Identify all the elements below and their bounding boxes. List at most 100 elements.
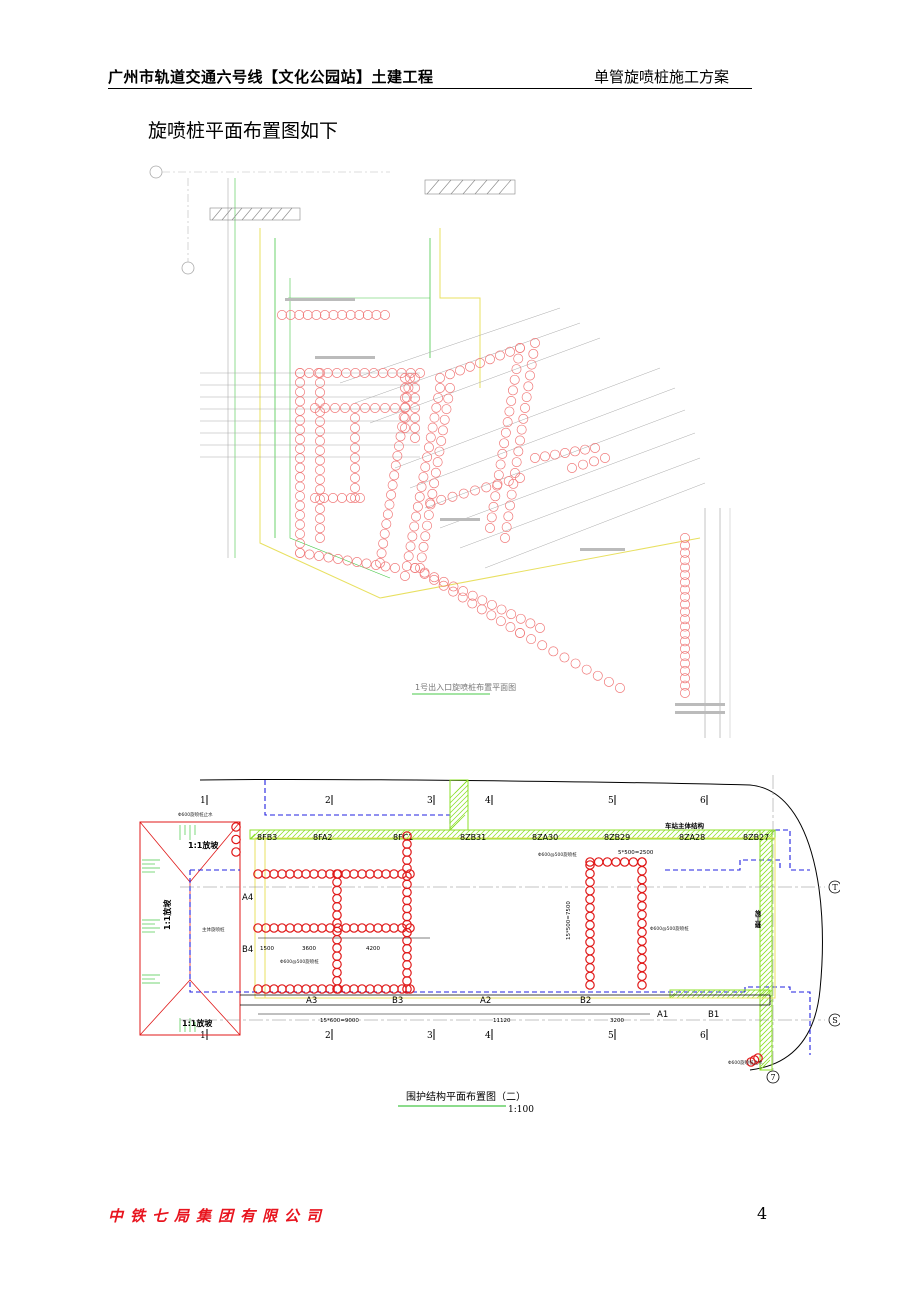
pile-circle bbox=[603, 676, 614, 687]
pile-circle bbox=[285, 923, 295, 933]
pile-circle bbox=[525, 618, 536, 629]
pile-circle bbox=[402, 960, 412, 970]
pile-circle bbox=[423, 510, 434, 521]
pile-circle bbox=[389, 984, 399, 994]
pile-circle bbox=[261, 923, 271, 933]
pile-circle bbox=[295, 519, 305, 530]
pile-circle bbox=[423, 442, 434, 453]
pile-circle bbox=[402, 903, 412, 914]
pile-circle bbox=[389, 923, 399, 933]
wall-hatch-bottom bbox=[669, 989, 771, 999]
pile-circle bbox=[231, 847, 241, 857]
wall-label: 8ZB27 bbox=[743, 833, 769, 842]
footer-company-name: 中铁七局集团有限公司 bbox=[108, 1207, 329, 1225]
pile-circle bbox=[455, 365, 465, 376]
pile-circle bbox=[637, 980, 647, 990]
pile-circle bbox=[680, 665, 690, 676]
pile-circle bbox=[495, 350, 505, 361]
pile-circle bbox=[448, 586, 459, 597]
pile-circle bbox=[680, 614, 690, 625]
grid-label-bottom: 6 bbox=[700, 1031, 706, 1041]
pile-circle bbox=[332, 918, 342, 929]
pile-circle bbox=[354, 310, 365, 320]
pile-circle bbox=[315, 503, 325, 514]
pile-circle bbox=[680, 569, 690, 580]
pile-circle bbox=[537, 640, 548, 651]
pile-circle bbox=[585, 920, 595, 930]
wall-label: 8FA2 bbox=[313, 833, 333, 842]
pile-circle bbox=[390, 563, 400, 573]
pile-circle bbox=[409, 521, 420, 532]
pile-circle bbox=[315, 387, 325, 398]
pile-circle bbox=[295, 491, 305, 502]
pile-circle bbox=[269, 869, 279, 879]
pile-circle bbox=[315, 533, 325, 543]
pile-circle bbox=[420, 462, 431, 473]
pile-circle bbox=[436, 494, 447, 505]
pile-circle bbox=[301, 984, 311, 994]
pile-circle bbox=[680, 540, 690, 551]
pile-circle bbox=[495, 459, 506, 470]
jet-grouting-piles bbox=[277, 310, 690, 698]
pile-circle bbox=[600, 453, 610, 463]
main-pile-label: 主体旋喷桩 bbox=[202, 926, 225, 933]
grid-axis-circle-top bbox=[149, 165, 163, 179]
pile-circle bbox=[515, 613, 526, 624]
pile-circle bbox=[680, 577, 690, 588]
pile-circle bbox=[295, 405, 305, 416]
pile-circle bbox=[520, 403, 530, 413]
pile-circle bbox=[337, 493, 347, 503]
pile-circle bbox=[680, 584, 690, 595]
grid-label-top: 5 bbox=[608, 796, 614, 806]
pile-circle bbox=[402, 951, 412, 962]
pile-circle bbox=[513, 446, 524, 457]
pile-circle bbox=[516, 424, 527, 435]
pile-circle bbox=[381, 984, 391, 994]
pile-circle bbox=[499, 438, 510, 449]
pile-circle bbox=[301, 869, 311, 879]
pile-circle bbox=[680, 658, 690, 669]
pile-circle bbox=[349, 869, 359, 879]
pile-circle bbox=[400, 393, 410, 403]
pile-circle bbox=[615, 683, 625, 693]
pile-circle bbox=[295, 443, 305, 454]
pile-circle bbox=[342, 555, 353, 566]
pile-circle bbox=[315, 474, 325, 485]
pile-circle bbox=[680, 599, 690, 610]
pile-circle bbox=[315, 406, 325, 417]
pile-circle bbox=[315, 484, 325, 495]
pile-circle bbox=[332, 902, 342, 912]
pile-circle bbox=[365, 923, 375, 933]
pile-circle bbox=[397, 869, 407, 879]
jet-grouting-piles-main bbox=[231, 822, 763, 1067]
pile-circle bbox=[402, 855, 412, 865]
pile-circle bbox=[352, 557, 362, 567]
pile-circle bbox=[528, 348, 539, 359]
pile-circle bbox=[295, 481, 305, 492]
pile-circle bbox=[680, 688, 690, 698]
pile-circle bbox=[530, 338, 540, 348]
pile-circle bbox=[504, 406, 515, 417]
pile-circle bbox=[277, 869, 287, 879]
pile-circle bbox=[349, 923, 359, 933]
pile-circle bbox=[387, 480, 398, 491]
pile-circle bbox=[295, 434, 305, 445]
pile-circle bbox=[418, 541, 429, 552]
panel-label: B2 bbox=[580, 996, 591, 1006]
pile-circle bbox=[515, 435, 525, 446]
pile-circle bbox=[435, 383, 445, 393]
pile-circle bbox=[360, 403, 370, 413]
pile-circle bbox=[373, 869, 383, 879]
grid-label-top: 4 bbox=[485, 796, 491, 806]
pile-circle bbox=[381, 923, 391, 933]
pile-circle bbox=[285, 869, 295, 879]
wall-label: 8ZA30 bbox=[532, 833, 558, 842]
pile-circle bbox=[410, 403, 420, 413]
pile-circle bbox=[585, 928, 595, 939]
axis-marker-S: S bbox=[832, 1016, 837, 1025]
pile-circle bbox=[477, 595, 488, 606]
axis-marker-T: T bbox=[832, 883, 838, 892]
pile-circle bbox=[418, 472, 429, 483]
pile-circle bbox=[295, 386, 305, 397]
pile-circle bbox=[378, 538, 389, 549]
